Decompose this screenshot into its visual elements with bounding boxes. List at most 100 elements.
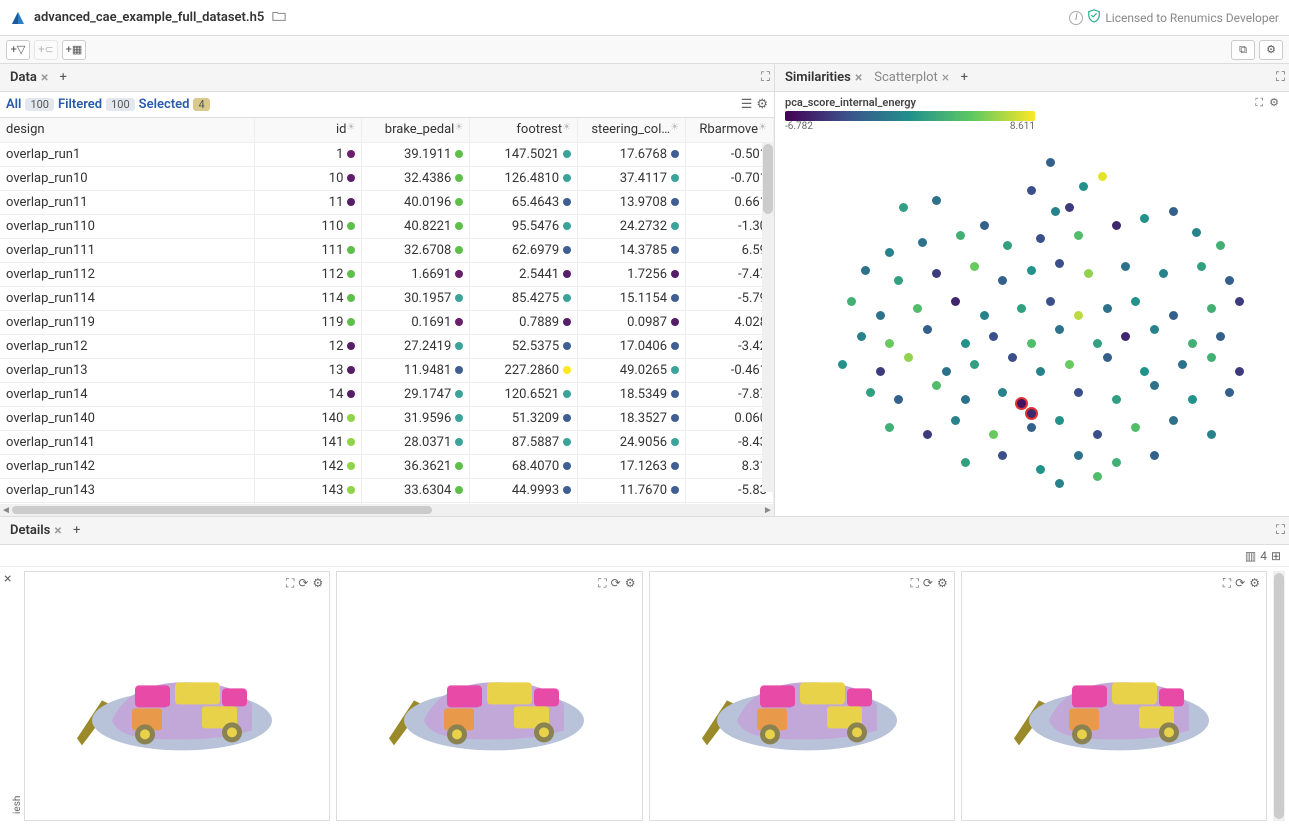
- table-row[interactable]: overlap_run1121121.66912.54411.7256-7.47: [0, 262, 774, 286]
- add-qr-button[interactable]: +▦: [62, 40, 86, 60]
- refresh-icon[interactable]: ⟳: [298, 576, 308, 591]
- scatter-point[interactable]: [1051, 207, 1060, 216]
- column-header[interactable]: design: [0, 118, 254, 142]
- scatter-point[interactable]: [998, 451, 1007, 460]
- scatter-point[interactable]: [1027, 186, 1036, 195]
- scatter-point[interactable]: [1225, 276, 1234, 285]
- scatter-point[interactable]: [961, 458, 970, 467]
- add-filter-button[interactable]: +▽: [6, 40, 30, 60]
- details-scrollbar[interactable]: [1273, 571, 1285, 821]
- scatter-point[interactable]: [1235, 367, 1244, 376]
- add-tab-button[interactable]: +: [68, 522, 86, 540]
- scatter-point[interactable]: [1074, 311, 1083, 320]
- scatter-point[interactable]: [1140, 367, 1149, 376]
- scatter-point[interactable]: [1017, 399, 1026, 408]
- scatter-point[interactable]: [1036, 234, 1045, 243]
- scatter-point[interactable]: [1207, 353, 1216, 362]
- scatter-point[interactable]: [899, 203, 908, 212]
- refresh-icon[interactable]: ⟳: [923, 576, 933, 591]
- scatter-point[interactable]: [932, 269, 941, 278]
- scatter-point[interactable]: [1188, 395, 1197, 404]
- scatter-point[interactable]: [923, 430, 932, 439]
- add-tab-button[interactable]: +: [955, 69, 973, 87]
- table-row[interactable]: overlap_run101032.4386126.481037.4117-0.…: [0, 166, 774, 190]
- scatter-point[interactable]: [1131, 423, 1140, 432]
- scatter-point[interactable]: [913, 304, 922, 313]
- scatter-point[interactable]: [885, 339, 894, 348]
- table-row[interactable]: overlap_run1139.1911147.502117.6768-0.50…: [0, 142, 774, 166]
- table-row[interactable]: overlap_run14214236.362168.407017.12638.…: [0, 454, 774, 478]
- scatter-point[interactable]: [866, 388, 875, 397]
- scatter-point[interactable]: [1112, 458, 1121, 467]
- scatter-point[interactable]: [998, 388, 1007, 397]
- expand-icon[interactable]: ⛶: [1223, 576, 1231, 591]
- detail-card[interactable]: ⛶⟳⚙: [649, 571, 955, 821]
- scatter-point[interactable]: [1079, 182, 1088, 191]
- table-row[interactable]: overlap_run111140.019665.464313.97080.66…: [0, 190, 774, 214]
- table-row[interactable]: overlap_run11411430.195785.427515.1154-5…: [0, 286, 774, 310]
- gear-icon[interactable]: ⚙: [1249, 576, 1260, 591]
- scatter-point[interactable]: [894, 276, 903, 285]
- filter-selected[interactable]: Selected: [139, 97, 190, 112]
- scatter-point[interactable]: [1027, 409, 1036, 418]
- scatter-point[interactable]: [1093, 472, 1102, 481]
- scatter-point[interactable]: [1074, 451, 1083, 460]
- layout-button[interactable]: ⧉: [1231, 40, 1255, 60]
- scatter-point[interactable]: [980, 311, 989, 320]
- expand-icon[interactable]: ⛶: [761, 70, 770, 85]
- scatter-point[interactable]: [861, 266, 870, 275]
- scatter-point[interactable]: [1121, 262, 1130, 271]
- close-icon[interactable]: ×: [41, 70, 48, 86]
- scatter-point[interactable]: [932, 196, 941, 205]
- scatter-point[interactable]: [1093, 339, 1102, 348]
- scatter-point[interactable]: [1150, 381, 1159, 390]
- filter-all[interactable]: All: [6, 97, 21, 112]
- table-row[interactable]: overlap_run14014031.959651.320918.35270.…: [0, 406, 774, 430]
- expand-icon[interactable]: ⛶: [1255, 96, 1263, 110]
- scatter-point[interactable]: [838, 360, 847, 369]
- data-table[interactable]: designid☀brake_pedal☀footrest☀steering_c…: [0, 118, 774, 504]
- scatter-point[interactable]: [942, 367, 951, 376]
- scatter-point[interactable]: [951, 416, 960, 425]
- settings-button[interactable]: ⚙: [1259, 40, 1283, 60]
- scatterplot-tab[interactable]: Scatterplot×: [868, 68, 955, 88]
- gear-icon[interactable]: ⚙: [625, 576, 636, 591]
- scatter-point[interactable]: [1027, 266, 1036, 275]
- scatter-point[interactable]: [1197, 262, 1206, 271]
- scatter-point[interactable]: [980, 221, 989, 230]
- scatter-point[interactable]: [1036, 367, 1045, 376]
- scatter-point[interactable]: [918, 238, 927, 247]
- detail-card[interactable]: ⛶⟳⚙: [336, 571, 642, 821]
- scatter-point[interactable]: [1216, 332, 1225, 341]
- panel-settings-icon[interactable]: ⚙: [756, 97, 768, 112]
- close-icon[interactable]: ×: [942, 70, 949, 86]
- scatter-point[interactable]: [1103, 353, 1112, 362]
- expand-icon[interactable]: ⛶: [598, 576, 606, 591]
- scatter-point[interactable]: [1017, 304, 1026, 313]
- scatter-point[interactable]: [1046, 158, 1055, 167]
- scatter-point[interactable]: [1112, 221, 1121, 230]
- scatter-point[interactable]: [1003, 241, 1012, 250]
- scatter-point[interactable]: [885, 423, 894, 432]
- gear-icon[interactable]: ⚙: [937, 576, 948, 591]
- table-row[interactable]: overlap_run14414436.1257115.582424.5169-…: [0, 502, 774, 504]
- scatter-point[interactable]: [1121, 332, 1130, 341]
- open-folder-icon[interactable]: [272, 9, 286, 27]
- scatter-point[interactable]: [1235, 297, 1244, 306]
- add-tab-button[interactable]: +: [54, 69, 72, 87]
- scatter-point[interactable]: [1112, 395, 1121, 404]
- column-header[interactable]: brake_pedal☀: [362, 118, 470, 142]
- panel-menu-icon[interactable]: ☰: [741, 97, 753, 112]
- scatter-point[interactable]: [1065, 360, 1074, 369]
- scatter-point[interactable]: [1027, 423, 1036, 432]
- scatter-point[interactable]: [1027, 339, 1036, 348]
- scatter-point[interactable]: [1178, 360, 1187, 369]
- scatter-point[interactable]: [876, 367, 885, 376]
- horizontal-scrollbar[interactable]: ◄►: [0, 504, 774, 516]
- scatter-point[interactable]: [847, 297, 856, 306]
- scatter-point[interactable]: [956, 231, 965, 240]
- scatter-point[interactable]: [894, 395, 903, 404]
- table-row[interactable]: overlap_run14314333.630444.999311.7670-5…: [0, 478, 774, 502]
- column-header[interactable]: Rbarmove☀: [686, 118, 774, 142]
- vertical-scrollbar[interactable]: [762, 142, 774, 492]
